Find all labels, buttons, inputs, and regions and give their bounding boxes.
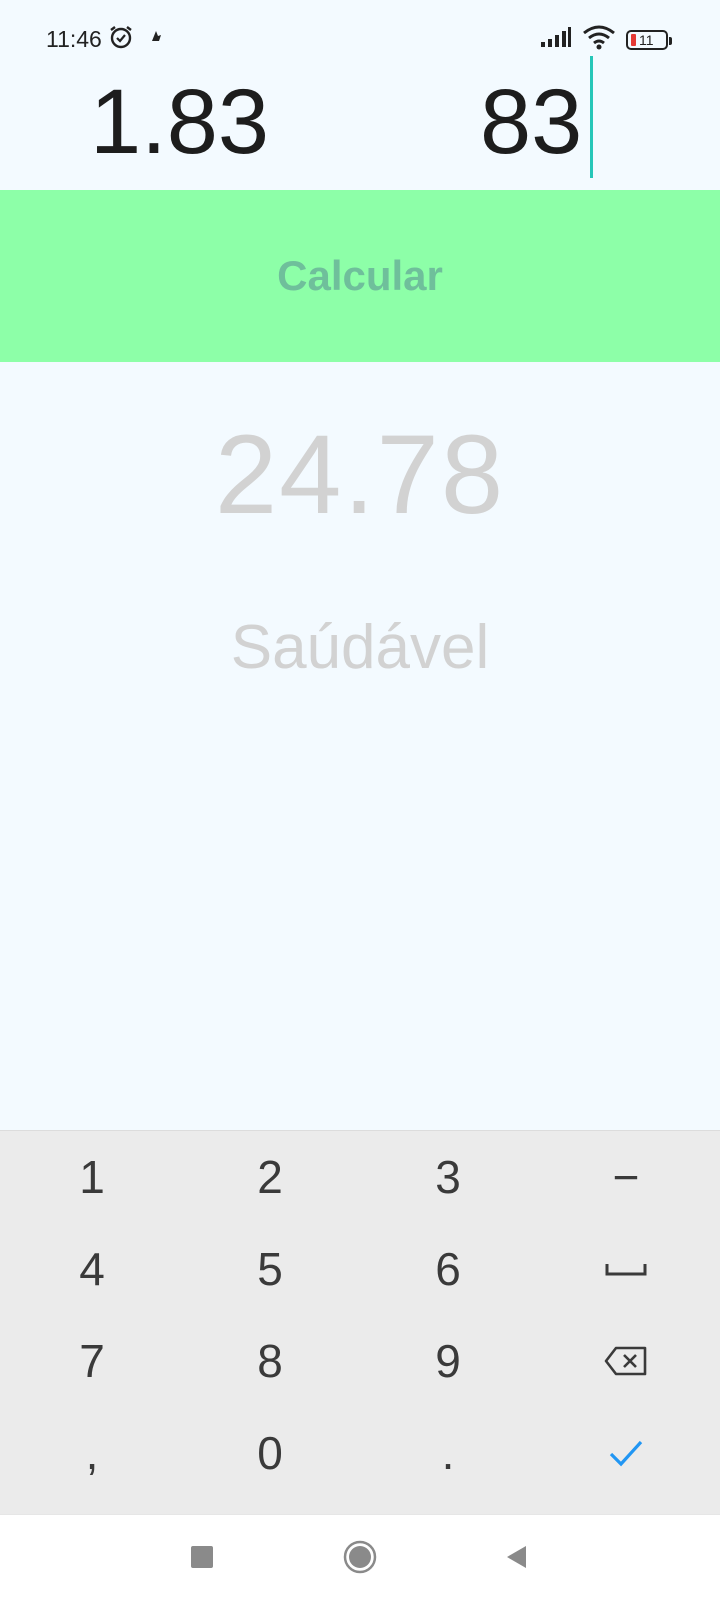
key-backspace[interactable] (546, 1315, 706, 1407)
status-time: 11:46 (46, 26, 102, 52)
alarm-icon (108, 24, 134, 55)
key-comma[interactable]: , (12, 1407, 172, 1499)
weight-input[interactable] (480, 60, 590, 184)
space-icon (605, 1262, 647, 1276)
battery-fill (631, 33, 636, 46)
height-input[interactable] (90, 60, 390, 184)
key-4[interactable]: 4 (12, 1223, 172, 1315)
text-cursor (590, 56, 593, 178)
calculate-button-label: Calcular (277, 252, 443, 299)
key-space[interactable] (546, 1223, 706, 1315)
notification-icon (148, 27, 164, 52)
navigation-bar (0, 1514, 720, 1600)
recents-icon (190, 1545, 214, 1574)
key-7[interactable]: 7 (12, 1315, 172, 1407)
status-left-icons (108, 24, 164, 55)
key-2[interactable]: 2 (190, 1131, 350, 1223)
recents-button[interactable] (180, 1537, 224, 1581)
home-button[interactable] (338, 1537, 382, 1581)
status-right-icons: 11 (540, 24, 672, 55)
back-button[interactable] (494, 1537, 538, 1581)
bmi-calculator-screen: 11:46 11 1.83 83 Calcular 24.78 Saúdável… (0, 0, 720, 1600)
key-period[interactable]: . (368, 1407, 528, 1499)
bmi-classification: Saúdável (230, 613, 490, 682)
check-icon (608, 1439, 644, 1467)
key-done[interactable] (546, 1407, 706, 1499)
signal-icon (540, 26, 572, 53)
key-1[interactable]: 1 (12, 1131, 172, 1223)
key-3[interactable]: 3 (368, 1131, 528, 1223)
back-icon (504, 1544, 528, 1575)
inputs-row (0, 60, 720, 184)
key-8[interactable]: 8 (190, 1315, 350, 1407)
key-9[interactable]: 9 (368, 1315, 528, 1407)
calculate-button[interactable]: Calcular (0, 190, 720, 362)
numeric-keyboard: 1 2 3 − 4 5 6 7 8 9 , 0 . (0, 1130, 720, 1514)
bmi-result-value: 24.78 (214, 412, 506, 537)
key-0[interactable]: 0 (190, 1407, 350, 1499)
backspace-icon (604, 1346, 648, 1376)
wifi-icon (582, 24, 616, 55)
key-5[interactable]: 5 (190, 1223, 350, 1315)
battery-icon: 11 (626, 29, 672, 50)
key-6[interactable]: 6 (368, 1223, 528, 1315)
home-icon (343, 1540, 377, 1579)
key-minus[interactable]: − (546, 1131, 706, 1223)
battery-level: 11 (639, 31, 654, 48)
